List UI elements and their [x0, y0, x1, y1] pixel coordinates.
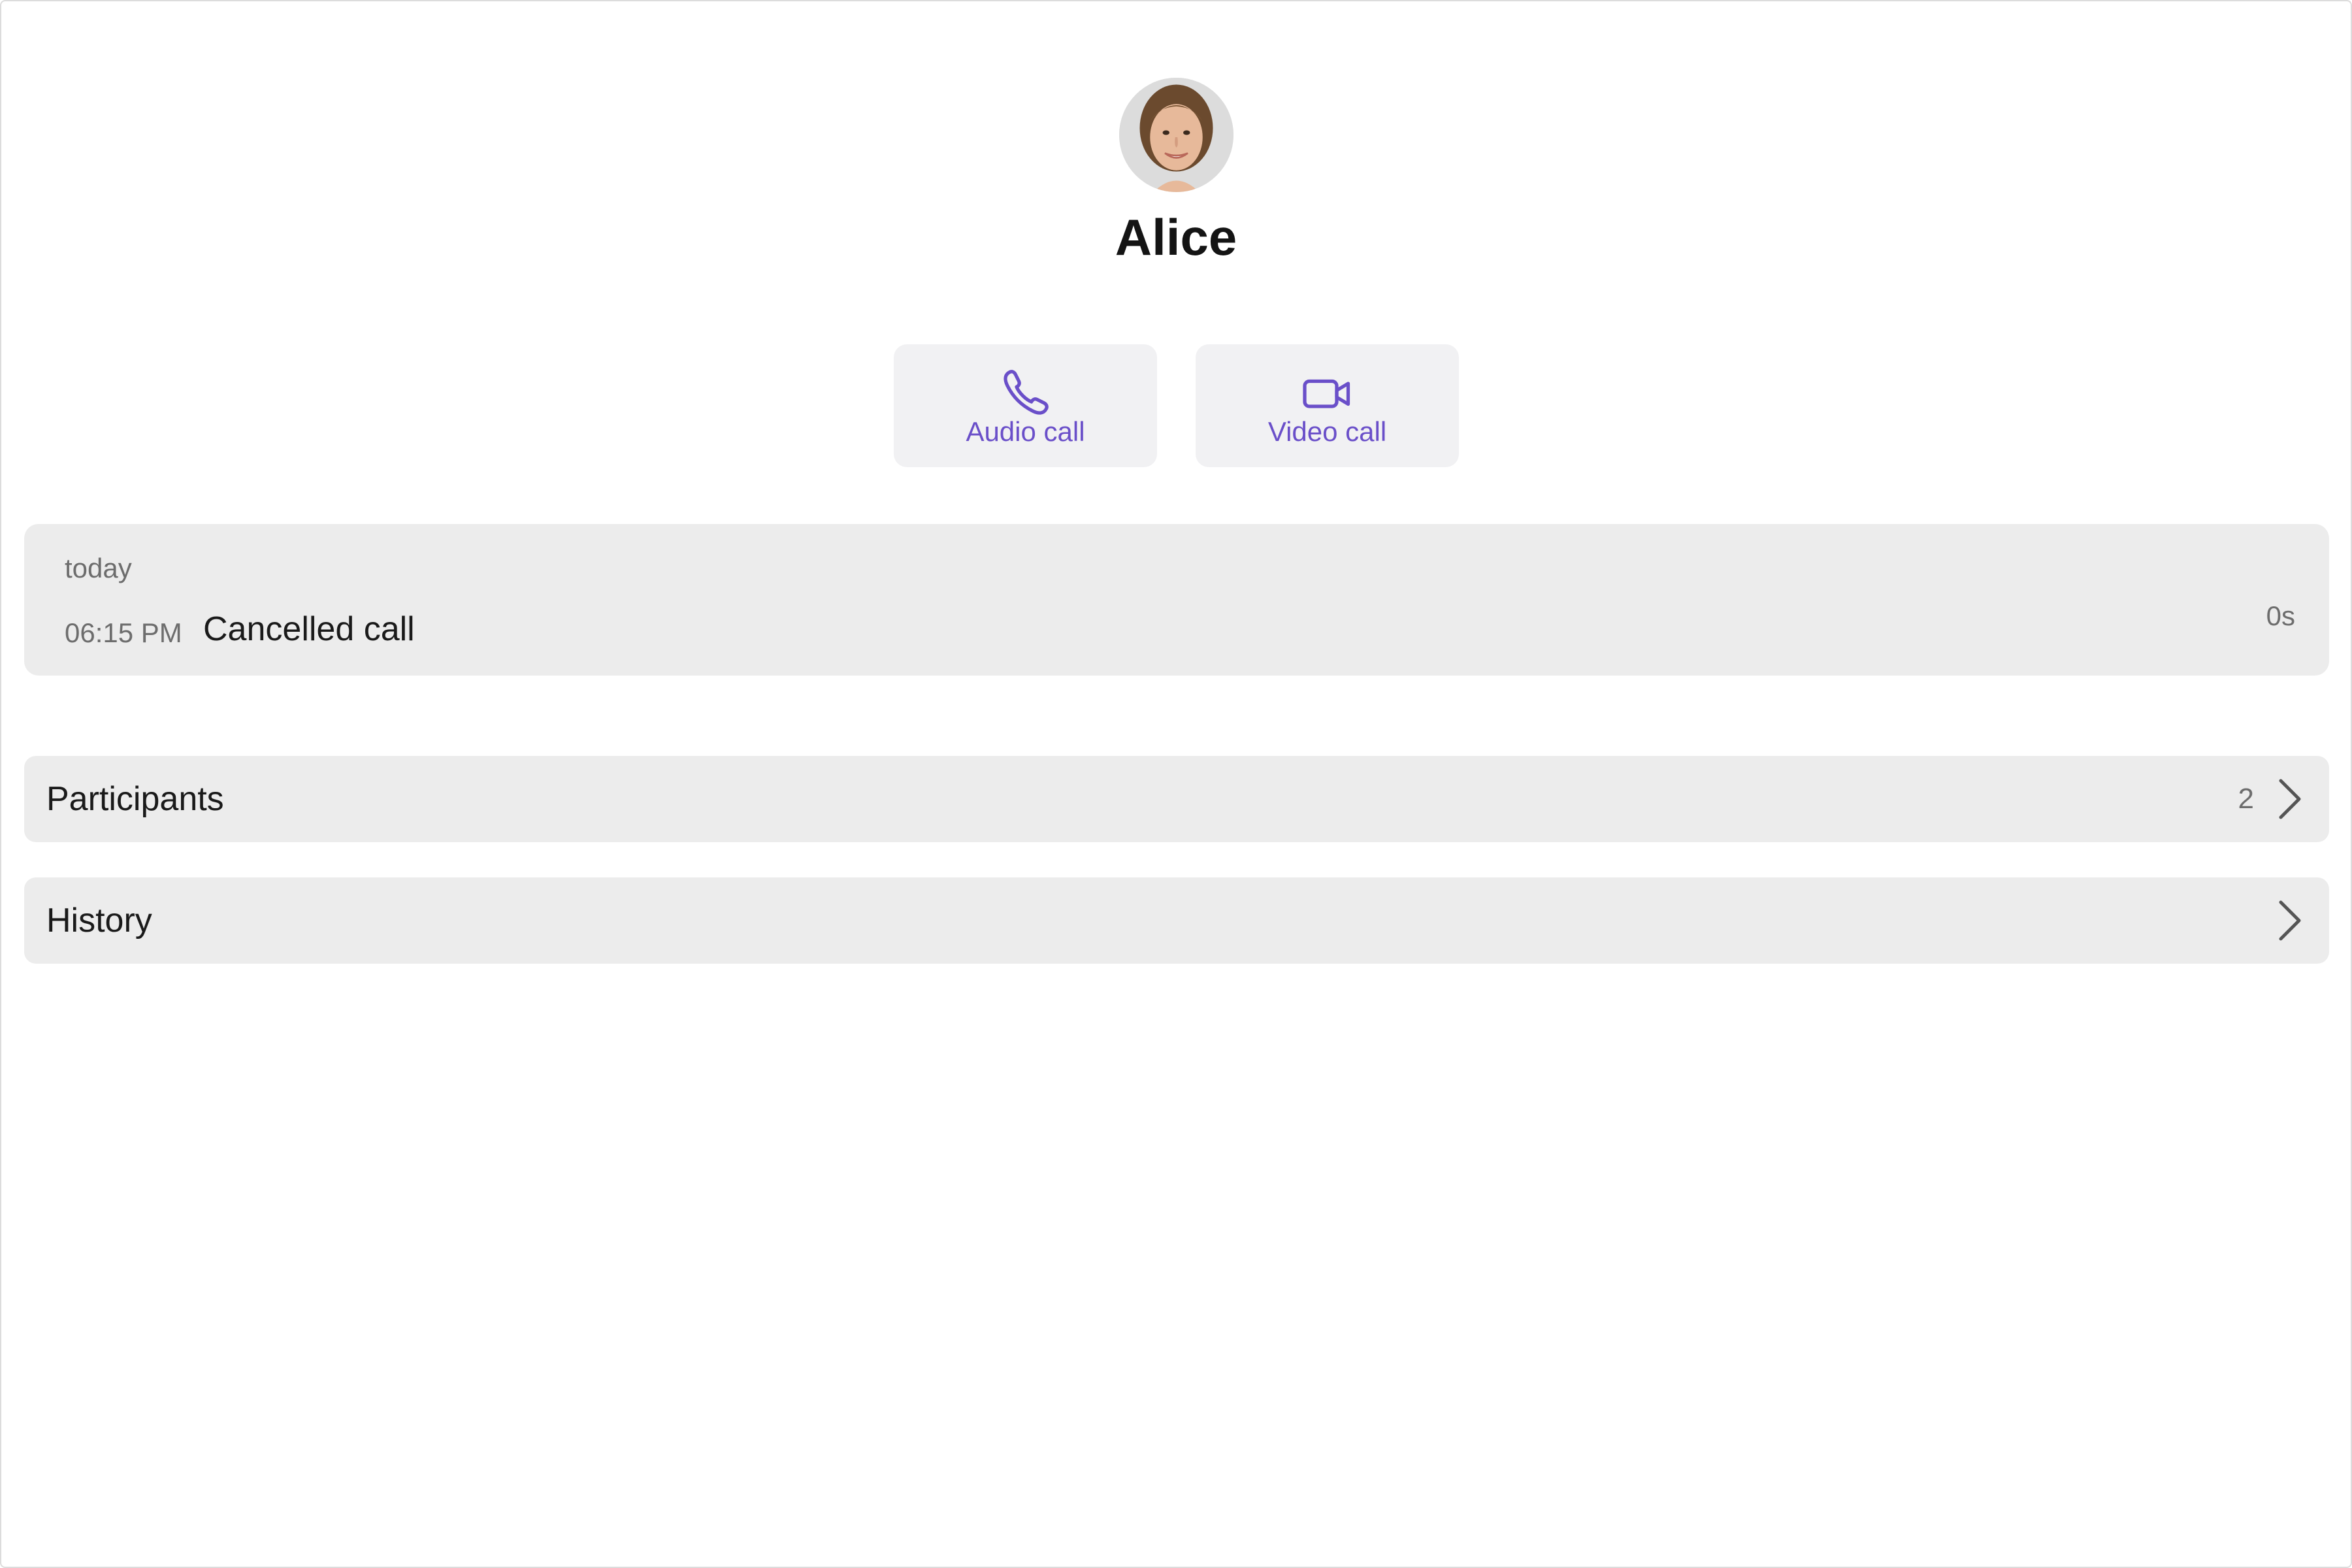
audio-call-label: Audio call — [966, 416, 1085, 447]
participants-label: Participants — [46, 780, 224, 818]
video-call-label: Video call — [1267, 416, 1387, 447]
chevron-right-icon — [2279, 900, 2301, 941]
phone-icon — [1003, 370, 1049, 415]
contact-name: Alice — [1115, 208, 1237, 266]
video-call-button[interactable]: Video call — [1196, 344, 1459, 467]
history-label: History — [46, 902, 152, 939]
chevron-right-icon — [2279, 779, 2301, 819]
call-details-panel: Alice Audio call Video call today 06:15 … — [0, 0, 2352, 1568]
avatar — [1119, 78, 1233, 192]
call-log-date: today — [65, 553, 132, 583]
participants-row[interactable]: Participants 2 — [24, 756, 2329, 842]
history-row[interactable]: History — [24, 877, 2329, 964]
call-log-time: 06:15 PM — [65, 617, 182, 648]
call-log-status: Cancelled call — [203, 610, 415, 648]
video-camera-icon — [1302, 379, 1350, 408]
avatar-photo-icon — [1119, 78, 1233, 192]
audio-call-button[interactable]: Audio call — [894, 344, 1157, 467]
call-log-duration: 0s — [2266, 600, 2295, 631]
participants-count: 2 — [2238, 783, 2254, 815]
call-log-entry: today 06:15 PM Cancelled call 0s — [24, 524, 2329, 676]
